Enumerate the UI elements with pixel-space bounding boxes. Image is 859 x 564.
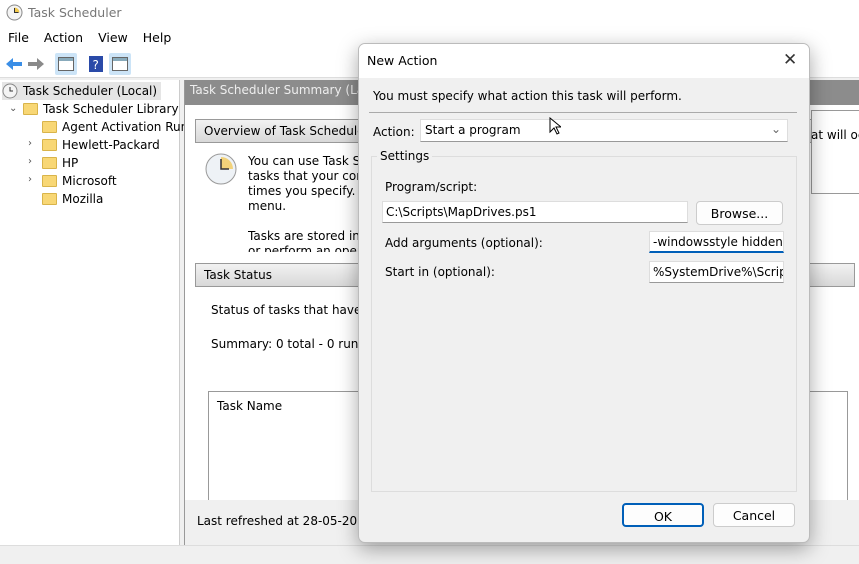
help-icon[interactable]: ?	[85, 53, 107, 75]
chevron-right-icon[interactable]: ›	[28, 156, 32, 167]
mouse-cursor-icon	[549, 117, 561, 135]
menu-action[interactable]: Action	[36, 26, 90, 45]
add-arguments-label: Add arguments (optional):	[385, 236, 543, 250]
chevron-right-icon[interactable]: ›	[28, 138, 32, 149]
new-action-dialog: New Action ✕ You must specify what actio…	[358, 43, 810, 543]
tree-item-folder[interactable]: Mozilla	[42, 190, 103, 208]
cancel-button[interactable]: Cancel	[713, 503, 795, 527]
tree-item-folder[interactable]: Agent Activation Runt	[42, 118, 193, 136]
divider	[369, 112, 797, 113]
folder-icon	[42, 193, 57, 205]
folder-icon	[42, 157, 57, 169]
show-hide-console-tree-icon[interactable]	[55, 53, 77, 75]
column-task-name[interactable]: Task Name	[217, 399, 282, 414]
settings-label: Settings	[377, 149, 433, 164]
window-title: Task Scheduler	[28, 5, 122, 20]
browse-button[interactable]: Browse...	[696, 201, 783, 225]
tree-item-task-scheduler-local[interactable]: Task Scheduler (Local)	[2, 82, 162, 100]
close-icon[interactable]: ✕	[783, 50, 797, 70]
folder-icon	[42, 121, 57, 133]
action-select[interactable]: Start a program ⌄	[420, 119, 788, 142]
folder-icon	[42, 175, 57, 187]
start-in-label: Start in (optional):	[385, 265, 495, 279]
chevron-down-icon[interactable]: ⌄	[9, 103, 17, 114]
dialog-title-bar: New Action ✕	[359, 44, 809, 78]
clock-icon	[6, 4, 23, 21]
clock-icon	[2, 83, 18, 99]
program-script-label: Program/script:	[385, 180, 478, 194]
ok-button[interactable]: OK	[622, 503, 704, 527]
tree-item-folder[interactable]: HP	[42, 154, 78, 172]
svg-text:?: ?	[93, 58, 99, 72]
show-hide-action-pane-icon[interactable]	[109, 53, 131, 75]
chevron-right-icon[interactable]: ›	[28, 174, 32, 185]
tree-item-folder[interactable]: Hewlett-Packard	[42, 136, 160, 154]
chevron-down-icon: ⌄	[770, 122, 781, 136]
console-tree: Task Scheduler (Local) ⌄ Task Scheduler …	[0, 80, 193, 545]
overview-text: You can use Task Sch tasks that your comp…	[248, 154, 376, 252]
program-script-input[interactable]: C:\Scripts\MapDrives.ps1	[382, 201, 688, 223]
tree-item-folder[interactable]: Microsoft	[42, 172, 117, 190]
tree-item-library[interactable]: Task Scheduler Library	[23, 100, 179, 118]
menu-help[interactable]: Help	[135, 26, 179, 45]
forward-arrow-icon[interactable]	[25, 53, 47, 75]
start-in-input[interactable]: %SystemDrive%\Scripts\	[649, 261, 784, 283]
back-arrow-icon[interactable]	[3, 53, 25, 75]
folder-icon	[42, 139, 57, 151]
dialog-title: New Action	[367, 53, 438, 68]
overview-text-right: at will oc	[811, 128, 859, 142]
action-label: Action:	[373, 125, 415, 139]
status-bar	[0, 545, 859, 564]
add-arguments-input[interactable]: -windowsstyle hidden -c	[649, 231, 784, 253]
menu-file[interactable]: File	[0, 26, 36, 45]
folder-clock-icon	[23, 103, 38, 115]
menu-view[interactable]: View	[90, 26, 135, 45]
instruction-text: You must specify what action this task w…	[373, 89, 682, 103]
title-bar: Task Scheduler	[0, 0, 859, 26]
clock-icon	[205, 153, 237, 185]
